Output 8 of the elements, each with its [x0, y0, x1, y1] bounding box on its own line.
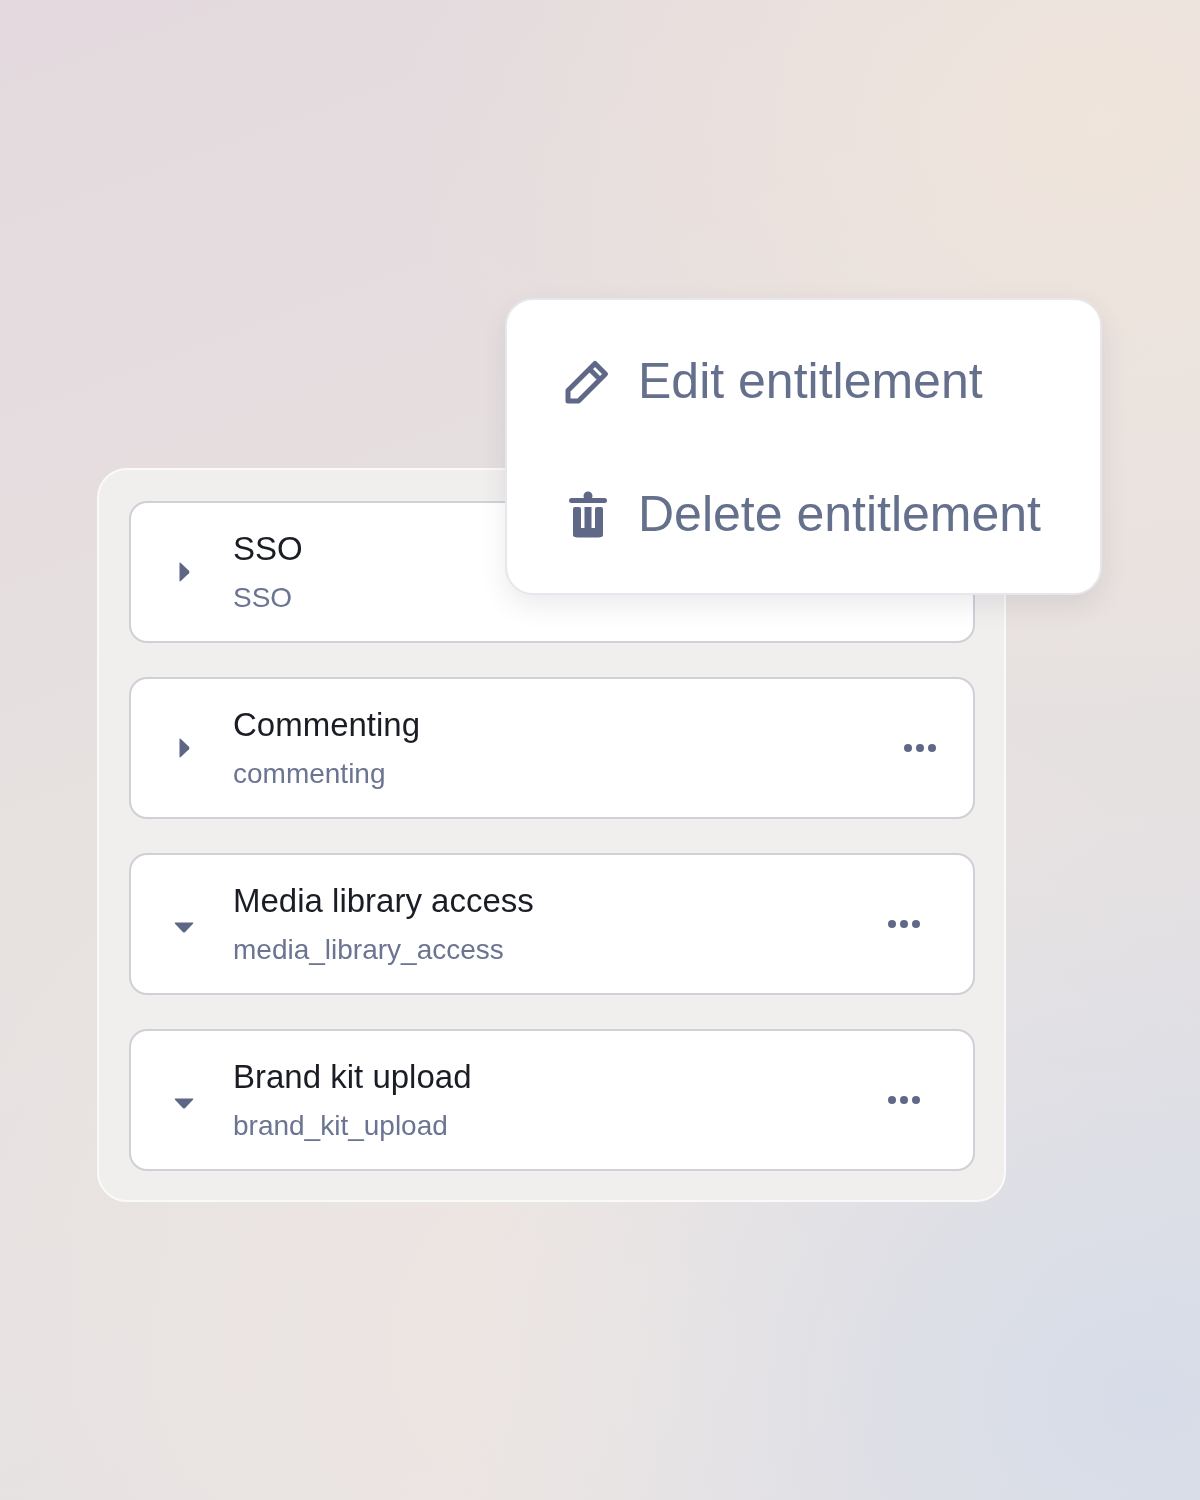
entitlement-name: SSO: [233, 529, 303, 569]
entitlement-key: commenting: [233, 757, 386, 791]
entitlement-name: Brand kit upload: [233, 1057, 472, 1097]
entitlement-key: brand_kit_upload: [233, 1109, 448, 1143]
entitlement-name: Commenting: [233, 705, 421, 745]
entitlement-name: Media library access: [233, 881, 534, 921]
entitlement-key: media_library_access: [233, 933, 504, 967]
entitlement-key: SSO: [233, 581, 293, 615]
